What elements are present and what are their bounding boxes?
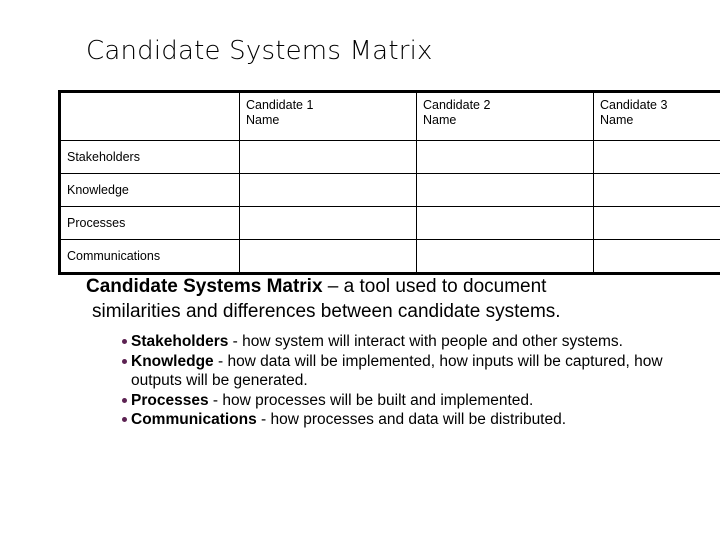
page-title: Candidate Systems Matrix — [86, 36, 433, 66]
table-row: Communications — [59, 239, 720, 274]
slide-canvas: Candidate Systems Matrix Candidate 1 Nam… — [0, 0, 720, 540]
list-item-processes: Processes - how processes will be built … — [86, 391, 706, 411]
table-row: Processes — [59, 206, 720, 240]
column-header-candidate-3-line2: Name — [600, 113, 634, 127]
cell-communications-candidate-1[interactable] — [239, 239, 417, 274]
row-label-stakeholders: Stakeholders — [59, 140, 240, 174]
cell-processes-candidate-2[interactable] — [416, 206, 594, 240]
cell-knowledge-candidate-2[interactable] — [416, 173, 594, 207]
bullet-dot-icon — [122, 358, 127, 364]
column-header-candidate-2-line2: Name — [423, 113, 457, 127]
bullet-dot-icon — [122, 339, 127, 344]
column-header-candidate-3: Candidate 3 Name — [593, 91, 720, 141]
column-header-candidate-1: Candidate 1 Name — [239, 91, 417, 141]
bullet-text-stakeholders: - how system will interact with people a… — [228, 333, 623, 350]
lead-term: Candidate Systems Matrix — [86, 276, 323, 297]
cell-stakeholders-candidate-1[interactable] — [239, 140, 417, 174]
list-item-communications: Communications - how processes and data … — [86, 410, 706, 430]
list-item-stakeholders: Stakeholders - how system will interact … — [86, 332, 706, 352]
table-header-row: Candidate 1 Name Candidate 2 Name Candid… — [59, 91, 720, 141]
table-row: Stakeholders — [59, 140, 720, 174]
column-header-candidate-2-line1: Candidate 2 — [423, 98, 491, 112]
cell-stakeholders-candidate-3[interactable] — [593, 140, 720, 174]
lead-wrap-line: similarities and differences between can… — [92, 301, 561, 322]
cell-communications-candidate-2[interactable] — [416, 239, 594, 274]
bullet-text-communications: - how processes and data will be distrib… — [256, 411, 567, 428]
matrix-corner-cell — [59, 91, 240, 141]
cell-knowledge-candidate-3[interactable] — [593, 173, 720, 207]
bullet-text-processes: - how processes will be built and implem… — [208, 391, 534, 409]
table-row: Knowledge — [59, 173, 720, 207]
column-header-candidate-1-line1: Candidate 1 — [246, 98, 314, 112]
bullet-term-communications: Communications — [131, 411, 257, 428]
lead-rest: – a tool used to document — [322, 276, 547, 297]
row-label-communications: Communications — [59, 239, 240, 274]
cell-communications-candidate-3[interactable] — [593, 239, 720, 274]
matrix-table: Candidate 1 Name Candidate 2 Name Candid… — [58, 90, 720, 275]
list-item-knowledge: Knowledge - how data will be implemented… — [86, 352, 706, 391]
cell-processes-candidate-1[interactable] — [239, 206, 417, 240]
bullet-term-knowledge: Knowledge — [131, 352, 214, 370]
bullet-dot-icon — [122, 397, 127, 403]
cell-knowledge-candidate-1[interactable] — [239, 173, 417, 207]
candidate-systems-matrix: Candidate 1 Name Candidate 2 Name Candid… — [58, 90, 720, 275]
bullet-term-stakeholders: Stakeholders — [131, 333, 229, 350]
bullet-term-processes: Processes — [131, 391, 209, 409]
body-content: Candidate Systems Matrix – a tool used t… — [86, 274, 706, 430]
definition-bullet-list: Stakeholders - how system will interact … — [86, 332, 706, 430]
cell-stakeholders-candidate-2[interactable] — [416, 140, 594, 174]
bullet-dot-icon — [122, 417, 127, 422]
row-label-processes: Processes — [59, 206, 240, 240]
cell-processes-candidate-3[interactable] — [593, 206, 720, 240]
column-header-candidate-1-line2: Name — [246, 113, 280, 127]
column-header-candidate-2: Candidate 2 Name — [416, 91, 594, 141]
row-label-knowledge: Knowledge — [59, 173, 240, 207]
lead-paragraph: Candidate Systems Matrix – a tool used t… — [86, 274, 706, 324]
column-header-candidate-3-line1: Candidate 3 — [600, 98, 668, 112]
